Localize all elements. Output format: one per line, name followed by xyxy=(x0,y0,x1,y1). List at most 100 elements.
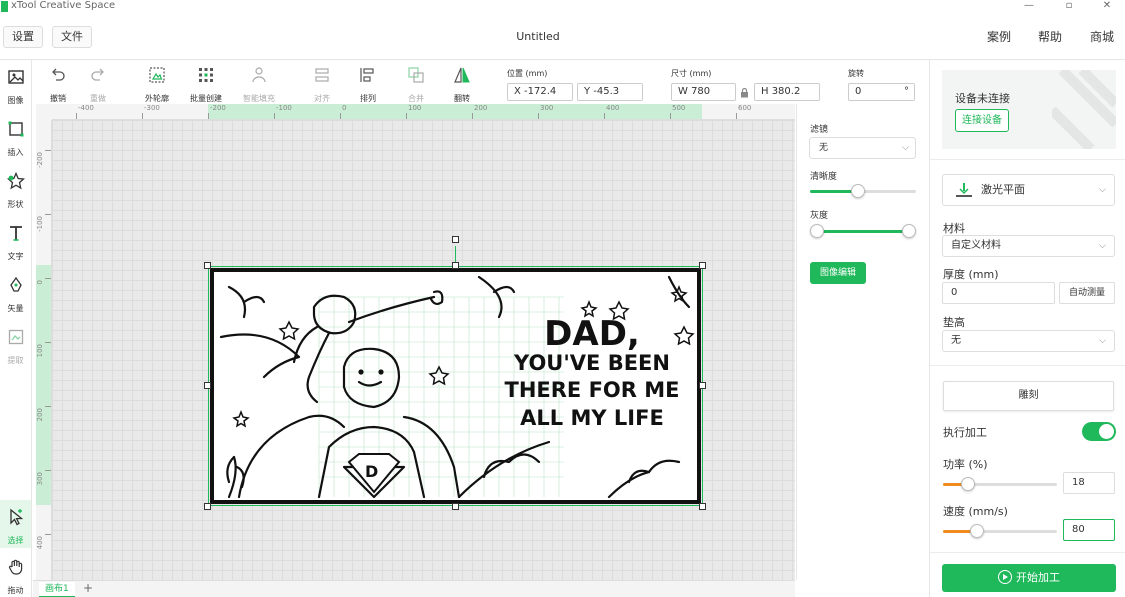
power-slider[interactable] xyxy=(943,477,1057,491)
thickness-label: 厚度 (mm) xyxy=(943,268,999,281)
ruler-selection-range-vertical xyxy=(36,265,51,505)
resize-handle-r[interactable] xyxy=(699,382,706,389)
flip-button[interactable]: 翻转 xyxy=(449,64,475,105)
help-link[interactable]: 帮助 xyxy=(1038,28,1062,45)
resize-handle-b[interactable] xyxy=(452,503,459,510)
smart-fill-button[interactable]: 智能填充 xyxy=(239,64,279,105)
add-canvas-button[interactable]: + xyxy=(83,581,93,596)
artwork-line-4: ALL MY LIFE xyxy=(520,406,664,430)
vertical-ruler[interactable]: -200 -100 0 100 200 300 400 xyxy=(36,120,52,580)
sharpness-slider[interactable] xyxy=(810,184,916,198)
settings-button[interactable]: 设置 xyxy=(3,26,43,48)
redo-label: 重做 xyxy=(90,94,106,103)
size-h-input[interactable]: H 380.2 xyxy=(754,83,820,101)
sharpness-thumb[interactable] xyxy=(851,184,865,198)
batch-create-label: 批量创建 xyxy=(190,94,222,103)
work-mode-select[interactable]: 激光平面 ⌵ xyxy=(942,174,1115,206)
speed-slider[interactable] xyxy=(943,524,1057,538)
filter-value: 无 xyxy=(819,143,829,153)
resize-handle-br[interactable] xyxy=(699,503,706,510)
resize-handle-t[interactable] xyxy=(452,262,459,269)
ruler-tick xyxy=(472,113,473,119)
power-thumb[interactable] xyxy=(961,477,975,491)
resize-handle-tr[interactable] xyxy=(699,262,706,269)
position-y-input[interactable]: Y -45.3 xyxy=(577,83,643,101)
filter-select[interactable]: 无 ⌵ xyxy=(809,137,916,159)
selected-image[interactable]: D DAD, YOU'VE BEEN THERE FOR ME ALL MY L… xyxy=(208,266,703,506)
power-input[interactable]: 18 xyxy=(1063,472,1115,494)
cases-link[interactable]: 案例 xyxy=(987,28,1011,45)
image-edit-button[interactable]: 图像编辑 xyxy=(810,262,866,284)
grayscale-range-slider[interactable] xyxy=(810,224,916,238)
tool-insert[interactable]: 插入 xyxy=(0,112,31,160)
speed-label: 速度 (mm/s) xyxy=(943,505,1008,518)
raise-select[interactable]: 无 ⌵ xyxy=(942,330,1115,352)
store-link[interactable]: 商城 xyxy=(1090,28,1114,45)
tool-shape[interactable]: 形状 xyxy=(0,164,31,212)
ruler-tick xyxy=(45,278,51,279)
start-processing-button[interactable]: 开始加工 xyxy=(942,564,1116,592)
ruler-tick-label: 100 xyxy=(408,104,422,112)
redo-button[interactable]: 重做 xyxy=(85,64,111,105)
tool-extract-label: 提取 xyxy=(7,356,24,365)
align-button[interactable]: 对齐 xyxy=(309,64,335,105)
ruler-tick xyxy=(736,113,737,119)
auto-measure-button[interactable]: 自动测量 xyxy=(1059,282,1115,304)
arrange-icon xyxy=(360,68,374,82)
material-select[interactable]: 自定义材料 ⌵ xyxy=(942,235,1115,257)
ruler-tick xyxy=(604,113,605,119)
size-w-input[interactable]: W 780 xyxy=(671,83,736,101)
document-title[interactable]: Untitled xyxy=(500,30,576,43)
tool-vector[interactable]: 矢量 xyxy=(0,268,31,316)
speed-input[interactable]: 80 xyxy=(1063,519,1115,541)
position-x-input[interactable]: X -172.4 xyxy=(507,83,573,101)
execute-label: 执行加工 xyxy=(943,426,987,439)
arrange-button[interactable]: 排列 xyxy=(355,64,381,105)
raise-label: 垫高 xyxy=(943,316,965,329)
divider xyxy=(930,159,1125,160)
filter-label: 滤镜 xyxy=(810,125,829,135)
speed-thumb[interactable] xyxy=(970,524,984,538)
file-button[interactable]: 文件 xyxy=(52,26,92,48)
combine-button[interactable]: 合并 xyxy=(403,64,429,105)
grayscale-low-thumb[interactable] xyxy=(810,224,824,238)
resize-handle-tl[interactable] xyxy=(204,262,211,269)
grayscale-high-thumb[interactable] xyxy=(902,224,916,238)
ruler-tick-label: 500 xyxy=(672,104,686,112)
raise-value: 无 xyxy=(951,335,961,346)
rotation-handle[interactable] xyxy=(452,236,459,243)
design-canvas[interactable]: D DAD, YOU'VE BEEN THERE FOR ME ALL MY L… xyxy=(52,120,795,580)
divider xyxy=(930,552,1125,553)
minimize-icon[interactable]: — xyxy=(1021,0,1037,12)
resize-handle-bl[interactable] xyxy=(204,503,211,510)
arrange-label: 排列 xyxy=(360,94,376,103)
undo-button[interactable]: 撤销 xyxy=(45,64,71,105)
tool-image[interactable]: 图像 xyxy=(0,60,31,108)
ruler-tick xyxy=(208,113,209,119)
resize-handle-l[interactable] xyxy=(204,382,211,389)
canvas-tab-1[interactable]: 画布1 xyxy=(39,582,75,597)
lock-icon[interactable] xyxy=(740,87,749,98)
tool-text[interactable]: 文字 xyxy=(0,216,31,264)
close-icon[interactable]: ✕ xyxy=(1099,0,1115,12)
ruler-tick-label: -400 xyxy=(78,104,94,112)
batch-create-button[interactable]: 批量创建 xyxy=(186,64,226,105)
ruler-tick xyxy=(45,534,51,535)
ruler-corner xyxy=(36,104,52,120)
ruler-tick-label: -300 xyxy=(144,104,160,112)
engrave-process-button[interactable]: 雕刻 xyxy=(943,381,1114,411)
tool-extract[interactable]: 提取 xyxy=(0,320,31,368)
rotation-input[interactable]: 0 ° xyxy=(848,83,915,101)
shape-icon xyxy=(6,172,25,190)
execute-toggle[interactable] xyxy=(1082,422,1116,441)
horizontal-ruler[interactable]: -400-300-200-1000100200300400500600700 xyxy=(52,104,795,120)
thickness-input[interactable]: 0 xyxy=(942,282,1055,304)
rotation-unit: ° xyxy=(904,86,909,97)
outline-button[interactable]: 外轮廓 xyxy=(139,64,175,105)
divider xyxy=(930,365,1125,366)
ruler-tick-label: 200 xyxy=(474,104,488,112)
connect-device-button[interactable]: 连接设备 xyxy=(955,109,1009,132)
tool-select[interactable]: 选择 xyxy=(0,500,31,548)
maximize-icon[interactable]: ▫ xyxy=(1061,0,1077,12)
tool-hand[interactable]: 拖动 xyxy=(0,550,31,597)
